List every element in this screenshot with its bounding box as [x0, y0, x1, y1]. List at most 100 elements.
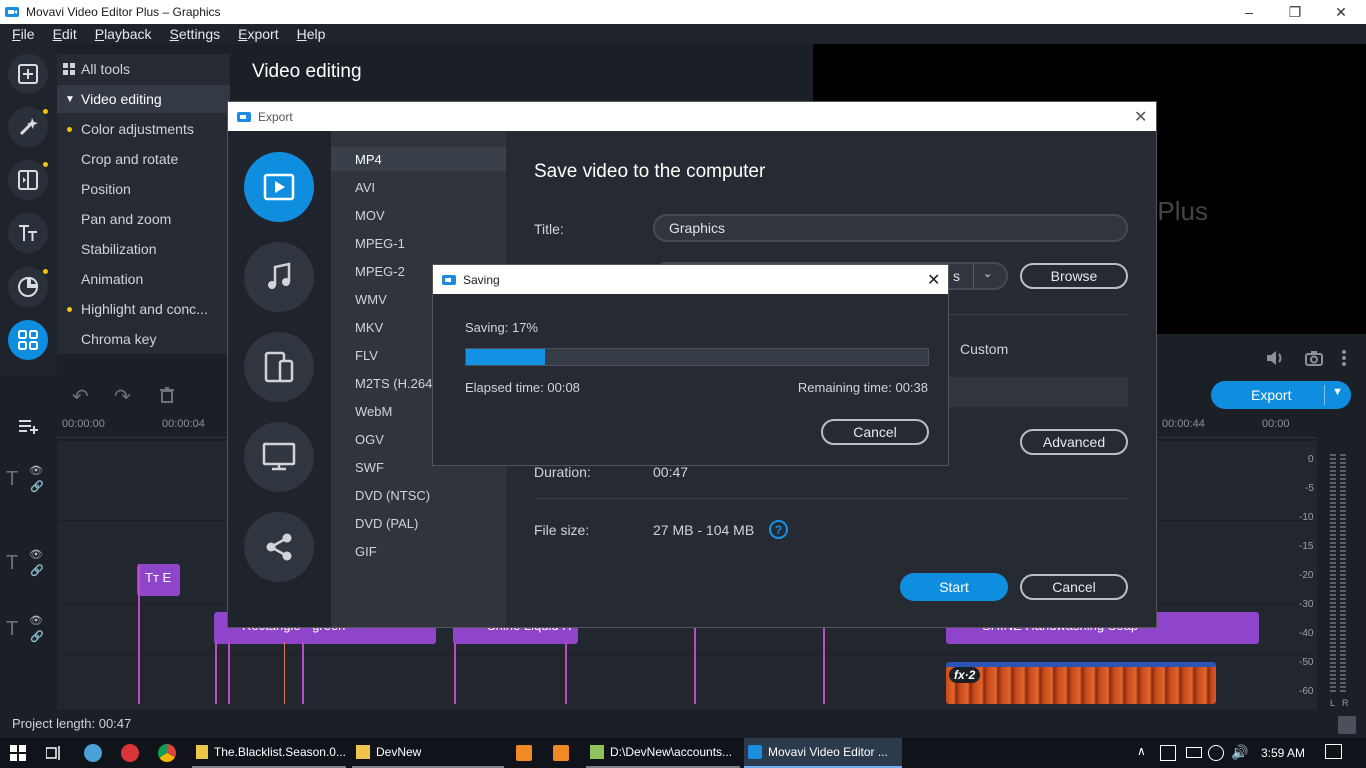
menu-export[interactable]: Export	[226, 26, 284, 42]
visibility-icon[interactable]: 👁	[29, 614, 43, 627]
minimize-button[interactable]: –	[1226, 0, 1272, 24]
format-avi[interactable]: AVI	[331, 175, 506, 199]
format-mp4[interactable]: MP4	[331, 147, 506, 171]
menu-settings[interactable]: Settings	[158, 26, 227, 42]
tool-item-crop-and-rotate[interactable]: Crop and rotate	[57, 145, 230, 173]
saving-cancel-button[interactable]: Cancel	[821, 419, 929, 445]
quality-slider-area[interactable]	[946, 377, 1128, 407]
save-folder-value: s	[953, 268, 960, 284]
chevron-down-icon[interactable]: ▼	[1332, 386, 1343, 398]
browse-button[interactable]: Browse	[1020, 263, 1128, 289]
export-button[interactable]: Export ▼	[1211, 381, 1351, 409]
video-editing-section[interactable]: ▼ Video editing	[57, 85, 230, 113]
export-cancel-button[interactable]: Cancel	[1020, 574, 1128, 600]
track-text-icon: T	[6, 468, 19, 490]
chevron-up-icon[interactable]: ∧	[1137, 744, 1146, 758]
format-mov[interactable]: MOV	[331, 203, 506, 227]
magic-wand-icon	[19, 118, 38, 136]
visibility-icon[interactable]: 👁	[29, 548, 43, 561]
tray-icon[interactable]	[1160, 745, 1176, 761]
menu-edit[interactable]: Edit	[41, 26, 83, 42]
restore-button[interactable]: ❐	[1272, 0, 1318, 24]
meter-label: -40	[1299, 628, 1314, 639]
meter-label: -10	[1299, 512, 1314, 523]
format-mpeg1[interactable]: MPEG-1	[331, 231, 506, 255]
advanced-button[interactable]: Advanced	[1020, 429, 1128, 455]
save-audio-tab[interactable]	[244, 242, 314, 312]
close-icon[interactable]: ✕	[927, 270, 940, 290]
close-icon[interactable]: ✕	[1134, 107, 1147, 127]
help-icon[interactable]: ?	[769, 520, 788, 539]
redo-icon[interactable]: ↷	[114, 384, 131, 409]
scroll-handle[interactable]	[1338, 716, 1356, 734]
new-badge-dot	[67, 126, 72, 132]
more-options-icon[interactable]	[1341, 350, 1347, 366]
network-icon[interactable]	[1208, 745, 1224, 761]
tool-item-color-adjustments[interactable]: Color adjustments	[57, 115, 230, 143]
link-icon[interactable]: 🔗	[30, 630, 44, 643]
pinned-app-icon[interactable]	[121, 744, 139, 762]
stickers-button[interactable]	[8, 267, 48, 307]
menu-help[interactable]: Help	[285, 26, 332, 42]
save-to-computer-tab[interactable]	[244, 152, 314, 222]
add-track-icon[interactable]	[19, 418, 39, 434]
share-online-tab[interactable]	[244, 512, 314, 582]
visibility-icon[interactable]: 👁	[29, 464, 43, 477]
pinned-app-icon[interactable]	[84, 744, 102, 762]
export-button-label: Export	[1251, 387, 1292, 403]
taskbar-item-active[interactable]: Movavi Video Editor ...	[744, 738, 902, 768]
transitions-button[interactable]	[8, 160, 48, 200]
fx-badge[interactable]: fx·2	[949, 667, 981, 683]
windows-taskbar: The.Blacklist.Season.0... DevNew D:\DevN…	[0, 738, 1366, 768]
save-for-tv-tab[interactable]	[244, 422, 314, 492]
task-view-icon[interactable]	[46, 746, 62, 760]
devices-icon	[264, 351, 294, 383]
import-files-button[interactable]	[8, 54, 48, 94]
xampp-icon[interactable]	[553, 745, 569, 761]
battery-icon[interactable]	[1186, 747, 1202, 758]
tool-item-chroma-key[interactable]: Chroma key	[57, 325, 230, 353]
taskbar-item[interactable]: D:\DevNew\accounts...	[586, 738, 740, 768]
title-input[interactable]: Graphics	[653, 214, 1128, 242]
notifications-icon[interactable]	[1325, 744, 1342, 759]
snapshot-icon[interactable]	[1305, 350, 1323, 366]
chevron-down-icon[interactable]: ⌄	[983, 267, 992, 280]
format-dvd-pal[interactable]: DVD (PAL)	[331, 511, 506, 535]
close-window-button[interactable]: ✕	[1318, 0, 1364, 24]
all-tools-item[interactable]: All tools	[57, 55, 230, 83]
more-tools-button[interactable]	[8, 320, 48, 360]
format-label: GIF	[355, 543, 377, 559]
tool-item-pan-and-zoom[interactable]: Pan and zoom	[57, 205, 230, 233]
menu-file[interactable]: File	[0, 26, 41, 42]
clip-marker	[454, 642, 456, 704]
volume-icon[interactable]	[1265, 350, 1285, 366]
link-icon[interactable]: 🔗	[30, 480, 44, 493]
titles-button[interactable]	[8, 213, 48, 253]
text-clip[interactable]: Tт E	[137, 564, 180, 596]
ruler-tick: 00:00:44	[1162, 418, 1205, 430]
save-for-devices-tab[interactable]	[244, 332, 314, 402]
taskbar-item[interactable]: DevNew	[352, 738, 504, 768]
speaker-icon[interactable]: 🔊	[1231, 744, 1248, 761]
windows-start-icon[interactable]	[10, 745, 26, 761]
delete-icon[interactable]	[160, 387, 174, 403]
format-dvd-ntsc[interactable]: DVD (NTSC)	[331, 483, 506, 507]
format-gif[interactable]: GIF	[331, 539, 506, 563]
start-button[interactable]: Start	[900, 573, 1008, 601]
filters-button[interactable]	[8, 107, 48, 147]
tool-item-stabilization[interactable]: Stabilization	[57, 235, 230, 263]
tool-item-highlight[interactable]: Highlight and conc...	[57, 295, 230, 323]
clock[interactable]: 3:59 AM	[1261, 746, 1305, 760]
custom-option-label[interactable]: Custom	[960, 341, 1008, 357]
export-dialog-titlebar: Export ✕	[228, 102, 1156, 131]
taskbar-item[interactable]: The.Blacklist.Season.0...	[192, 738, 346, 768]
video-clip-thumbnail[interactable]: fx·2	[946, 662, 1216, 704]
xampp-icon[interactable]	[516, 745, 532, 761]
chrome-icon[interactable]	[158, 744, 176, 762]
link-icon[interactable]: 🔗	[30, 564, 44, 577]
saving-dialog-titlebar: Saving ✕	[433, 265, 948, 294]
tool-item-animation[interactable]: Animation	[57, 265, 230, 293]
tool-item-position[interactable]: Position	[57, 175, 230, 203]
menu-playback[interactable]: Playback	[83, 26, 158, 42]
undo-icon[interactable]: ↶	[72, 384, 89, 409]
